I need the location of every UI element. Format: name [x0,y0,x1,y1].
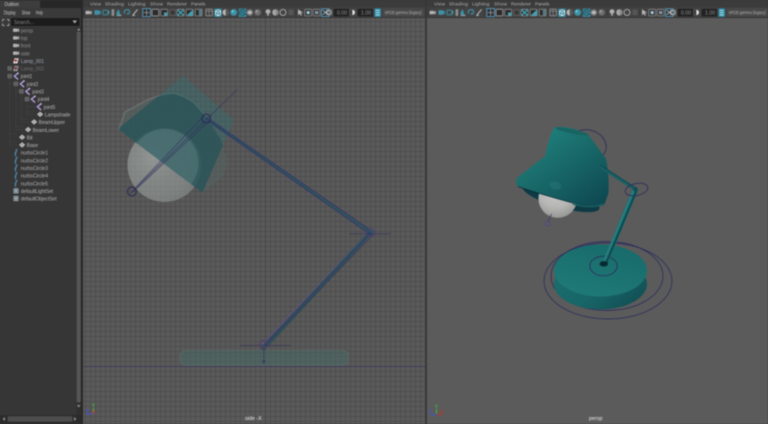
svg-text:joint3: joint3 [31,90,44,96]
svg-text:nurbsCircle1: nurbsCircle1 [21,151,48,157]
svg-text:Display: Display [4,10,16,16]
svg-text:Search...: Search... [14,20,34,26]
svg-text:defaultLightSet: defaultLightSet [21,189,54,195]
svg-text:Y: Y [92,404,96,410]
svg-text:top: top [21,36,28,42]
svg-text:nurbsCircle4: nurbsCircle4 [21,174,48,180]
svg-text:defaultObjectSet: defaultObjectSet [21,197,57,203]
svg-text:Show: Show [22,10,31,16]
svg-text:joint2: joint2 [26,82,39,88]
svg-text:joint1: joint1 [20,74,33,80]
svg-text:persp: persp [589,416,603,422]
svg-text:joint4: joint4 [37,97,50,103]
svg-text:BeamLower: BeamLower [33,128,60,134]
svg-text:Lamp_002: Lamp_002 [21,67,44,73]
svg-text:nurbsCircle2: nurbsCircle2 [21,158,48,164]
svg-text:Lampshade: Lampshade [45,113,71,119]
svg-text:Help: Help [36,10,43,16]
svg-text:Y: Y [435,405,439,411]
svg-text:front: front [21,44,31,50]
svg-text:Base: Base [27,143,38,149]
svg-text:nurbsCircle3: nurbsCircle3 [21,166,48,172]
svg-text:Bit: Bit [27,135,33,141]
svg-text:joint5: joint5 [43,105,56,111]
svg-text:Lamp_001: Lamp_001 [21,59,44,65]
svg-text:side: side [21,51,30,57]
svg-text:nurbsCircle5: nurbsCircle5 [21,181,48,187]
svg-text:persp: persp [21,28,33,34]
svg-text:BeamUpper: BeamUpper [39,120,66,126]
svg-text:Outliner: Outliner [5,2,20,8]
svg-text:X: X [440,409,444,415]
svg-text:side -X: side -X [245,416,262,422]
svg-text:X: X [92,410,96,416]
